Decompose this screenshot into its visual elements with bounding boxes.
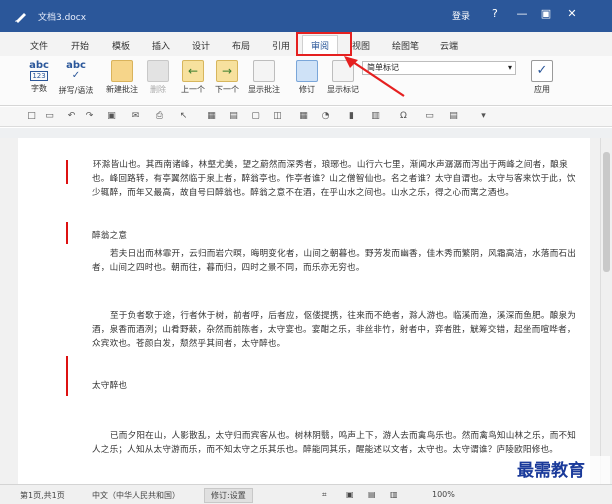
delete-comment-button[interactable]: 删除	[144, 60, 172, 95]
tab-file[interactable]: 文件	[30, 39, 48, 52]
show-comments-icon	[253, 60, 275, 82]
print-layout-icon[interactable]: ▤	[368, 490, 376, 499]
next-label: 下一个	[215, 85, 239, 94]
textbox-icon[interactable]: ▥	[370, 111, 381, 122]
new-doc-icon[interactable]: □	[26, 111, 37, 122]
paragraph-2[interactable]: 若夫日出而林霏开，云归而岩穴暝，晦明变化者，山间之朝暮也。野芳发而幽香，佳木秀而…	[92, 247, 582, 275]
restore-button[interactable]: ▣	[538, 7, 554, 21]
tab-layout[interactable]: 布局	[232, 39, 250, 52]
new-comment-label: 新建批注	[106, 85, 138, 94]
scrollbar-thumb[interactable]	[603, 152, 610, 272]
chevron-down-icon: ▾	[507, 63, 512, 72]
image-icon[interactable]: ▤	[228, 111, 239, 122]
open-folder-icon[interactable]: ▭	[44, 111, 55, 122]
web-layout-icon[interactable]: ▥	[390, 490, 398, 499]
undo-icon[interactable]: ↶	[66, 111, 77, 122]
layout-icon[interactable]: ▤	[448, 111, 459, 122]
status-bar: 第1页,共1页 中文（中华人民共和国） 修订:设置 ⌗ ▣ ▤ ▥ 100%	[0, 484, 612, 504]
change-bar	[66, 356, 68, 396]
chart-icon[interactable]: ▮	[346, 111, 357, 122]
next-comment-button[interactable]: → 下一个	[212, 60, 242, 95]
arrow-left-icon: ←	[182, 60, 204, 82]
red-annotation-arrow	[344, 56, 405, 97]
word-count-button[interactable]: abc 123 字数	[26, 60, 52, 94]
check-mark-icon: ✓	[71, 70, 81, 81]
review-ribbon: abc 123 字数 abc ✓ 拼写/语法 新建批注 删除 ← 上一个 → 下…	[0, 56, 612, 106]
redo-icon[interactable]: ↷	[84, 111, 95, 122]
tab-template[interactable]: 模板	[112, 39, 130, 52]
track-mode-indicator[interactable]: 修订:设置	[204, 488, 253, 503]
login-link[interactable]: 登录	[452, 9, 470, 22]
abc-icon: abc	[29, 60, 49, 71]
table-icon[interactable]: ▦	[206, 111, 217, 122]
tab-view[interactable]: 视图	[352, 39, 370, 52]
window-title: 文档3.docx	[38, 13, 87, 23]
heading-zuiweng[interactable]: 醉翁之意	[92, 229, 582, 243]
previous-comment-button[interactable]: ← 上一个	[178, 60, 208, 95]
paragraph-1[interactable]: 环滁皆山也。其西南诸峰，林壑尤美，望之蔚然而深秀者，琅琊也。山行六七里，渐闻水声…	[92, 158, 582, 200]
word-app-icon	[15, 13, 26, 23]
word-count-label: 字数	[31, 84, 47, 93]
focus-mode-icon[interactable]: ⌗	[322, 490, 327, 500]
pointer-icon[interactable]: ↖	[178, 111, 189, 122]
change-bar	[66, 222, 68, 244]
mail-icon[interactable]: ✉	[130, 111, 141, 122]
document-page[interactable]: 环滁皆山也。其西南诸峰，林壑尤美，望之蔚然而深秀者，琅琊也。山行六七里，渐闻水声…	[18, 138, 590, 484]
print-icon[interactable]: ⎙	[154, 111, 165, 122]
spelling-label: 拼写/语法	[58, 86, 94, 95]
tab-draw[interactable]: 绘图笔	[392, 39, 419, 52]
track-changes-label: 修订	[299, 85, 315, 94]
comment-icon	[111, 60, 133, 82]
spelling-button[interactable]: abc ✓ 拼写/语法	[56, 60, 96, 96]
count-icon: 123	[30, 71, 48, 81]
tab-home[interactable]: 开始	[71, 39, 89, 52]
shape-icon[interactable]: ◫	[272, 111, 283, 122]
save-icon[interactable]: ▣	[106, 111, 117, 122]
delete-comment-icon	[147, 60, 169, 82]
read-mode-icon[interactable]: ▣	[346, 490, 354, 499]
more-icon[interactable]: ▾	[478, 111, 489, 122]
close-button[interactable]: ✕	[564, 7, 580, 21]
line-taishou[interactable]: 太守醉也	[92, 379, 582, 393]
tab-cloud[interactable]: 云端	[440, 39, 458, 52]
symbol-icon[interactable]: Ω	[398, 111, 409, 122]
help-icon[interactable]: ?	[492, 7, 498, 20]
accept-check-icon: ✓	[531, 60, 553, 82]
smartart-icon[interactable]: ◔	[320, 111, 331, 122]
paragraph-4[interactable]: 已而夕阳在山，人影散乱，太守归而宾客从也。树林阴翳，鸣声上下，游人去而禽鸟乐也。…	[92, 429, 582, 457]
watermark-logo: 最需教育	[492, 456, 610, 486]
comment-quick-icon[interactable]: ▭	[424, 111, 435, 122]
tab-references[interactable]: 引用	[272, 39, 290, 52]
zoom-level[interactable]: 100%	[432, 490, 455, 499]
paragraph-3[interactable]: 至于负者歌于途，行者休于树，前者呼，后者应，伛偻提携，往来而不绝者，滁人游也。临…	[92, 309, 582, 351]
arrow-right-icon: →	[216, 60, 238, 82]
vertical-scrollbar[interactable]	[600, 138, 612, 484]
grid-icon[interactable]: ▦	[298, 111, 309, 122]
track-changes-button[interactable]: 修订	[292, 60, 322, 95]
track-changes-icon	[296, 60, 318, 82]
show-comments-label: 显示批注	[248, 85, 280, 94]
page-indicator[interactable]: 第1页,共1页	[20, 490, 65, 501]
title-bar: 文档3.docx 登录 ? — ▣ ✕	[0, 0, 612, 32]
language-indicator[interactable]: 中文（中华人民共和国）	[92, 490, 180, 501]
quick-access-toolbar: □ ▭ ↶ ↷ ▣ ✉ ⎙ ↖ ▦ ▤ ▢ ◫ ▦ ◔ ▮ ▥ Ω ▭ ▤ ▾	[0, 107, 612, 127]
ruler	[0, 128, 612, 138]
tab-insert[interactable]: 插入	[152, 39, 170, 52]
tab-design[interactable]: 设计	[192, 39, 210, 52]
delete-label: 删除	[150, 85, 166, 94]
frame-icon[interactable]: ▢	[250, 111, 261, 122]
previous-label: 上一个	[181, 85, 205, 94]
accept-label: 应用	[534, 85, 550, 94]
minimize-button[interactable]: —	[514, 7, 530, 21]
show-comments-button[interactable]: 显示批注	[246, 60, 282, 95]
document-area: 环滁皆山也。其西南诸峰，林壑尤美，望之蔚然而深秀者，琅琊也。山行六七里，渐闻水声…	[0, 138, 600, 484]
new-comment-button[interactable]: 新建批注	[104, 60, 140, 95]
accept-button[interactable]: ✓ 应用	[528, 60, 556, 95]
change-bar	[66, 160, 68, 184]
